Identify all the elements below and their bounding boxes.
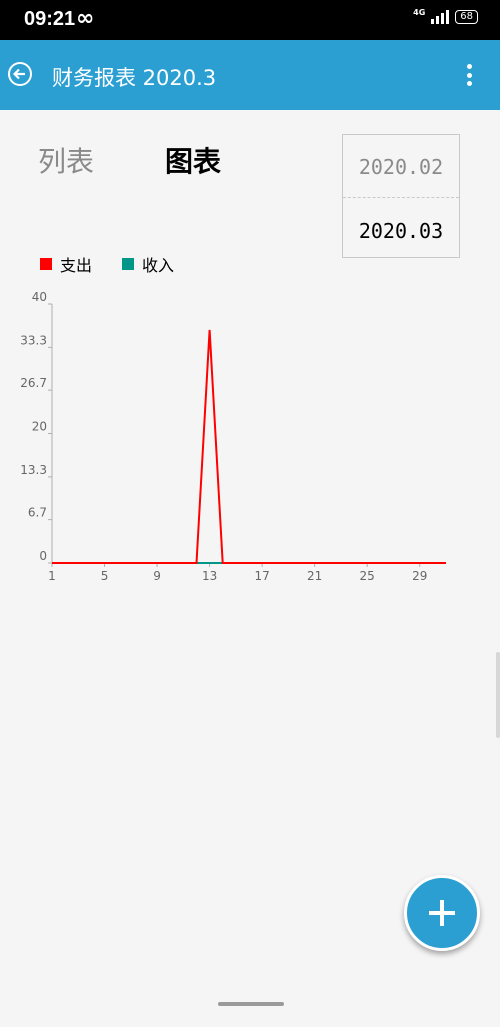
status-indicators: 4G 68: [413, 8, 478, 24]
status-bar: 09:21 ∞ 4G 68: [0, 0, 500, 40]
x-tick-label: 9: [153, 569, 161, 583]
page-title: 财务报表 2020.3: [52, 66, 217, 90]
legend-item-income: 收入: [122, 252, 174, 276]
month-picker[interactable]: 2020.02 2020.03: [342, 134, 460, 258]
more-vert-icon: [466, 64, 472, 69]
x-tick-label: 5: [101, 569, 109, 583]
y-tick-label: 40: [32, 290, 47, 304]
legend-label-income: 收入: [142, 256, 175, 275]
picker-divider: [343, 197, 459, 198]
x-tick-label: 21: [307, 569, 322, 583]
income-swatch: [122, 258, 135, 270]
month-option-previous[interactable]: 2020.02: [343, 155, 459, 179]
chart-legend: 支出 收入: [40, 252, 174, 276]
y-tick-label: 33.3: [20, 333, 47, 347]
x-tick-label: 17: [254, 569, 269, 583]
x-tick-label: 13: [202, 569, 217, 583]
x-tick-label: 25: [360, 569, 375, 583]
app-bar: 财务报表 2020.3: [0, 40, 500, 110]
x-tick-label: 29: [412, 569, 427, 583]
expense-swatch: [40, 258, 52, 270]
month-option-selected[interactable]: 2020.03: [343, 219, 459, 243]
status-time: 09:21: [24, 8, 76, 30]
y-tick-label: 13.3: [20, 463, 47, 477]
network-type: 4G: [413, 8, 426, 17]
y-tick-label: 20: [32, 420, 47, 434]
home-indicator[interactable]: [218, 1002, 284, 1006]
tab-list[interactable]: 列表: [38, 140, 94, 180]
infinity-icon: ∞: [76, 6, 95, 31]
arrow-left-icon: [13, 68, 25, 80]
edge-handle[interactable]: [496, 652, 500, 738]
y-tick-label: 26.7: [20, 376, 47, 390]
line-chart: 0 6.7 13.3 20 26.7 33.3 40 1 5 9 13 17 21 25 29: [20, 290, 446, 583]
battery-icon: 68: [455, 10, 478, 24]
legend-item-expense: 支出: [40, 252, 92, 276]
series-line-expense: [52, 329, 446, 564]
x-tick-label: 1: [48, 569, 56, 583]
tab-chart[interactable]: 图表: [165, 140, 221, 180]
y-tick-label: 6.7: [28, 506, 47, 520]
more-menu-button[interactable]: [466, 64, 472, 86]
back-button[interactable]: [8, 62, 32, 86]
y-tick-label: 0: [39, 549, 47, 563]
signal-icon: [431, 10, 450, 24]
legend-label-expense: 支出: [60, 256, 93, 275]
add-button[interactable]: [404, 875, 480, 951]
